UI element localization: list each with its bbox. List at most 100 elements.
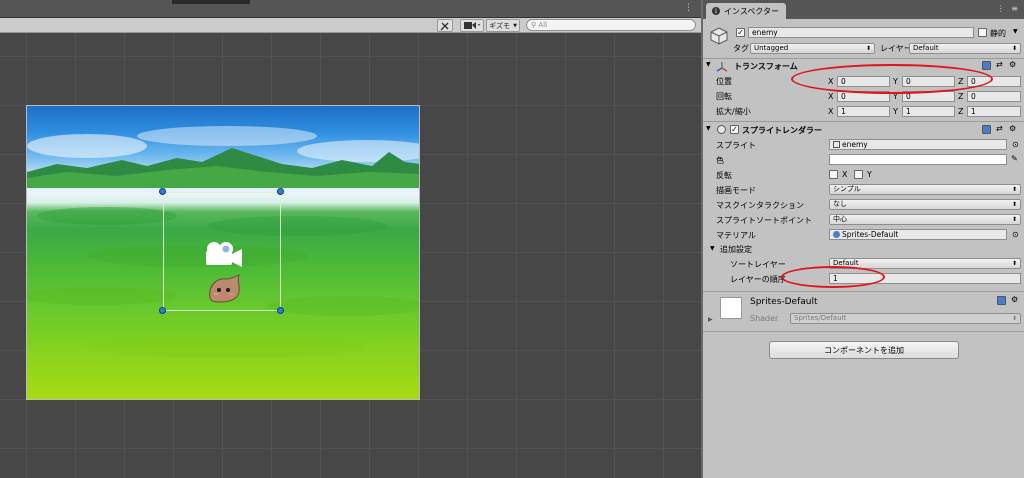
material-value: Sprites-Default — [842, 230, 899, 239]
tag-value: Untagged — [754, 44, 789, 52]
shader-label: Shader — [750, 314, 779, 323]
annotation-ellipse-position — [791, 64, 993, 94]
scene-kebab-icon[interactable]: ⋮ — [684, 3, 693, 13]
material-label: マテリアル — [716, 231, 756, 240]
gizmos-label: ギズモ — [489, 21, 511, 30]
color-swatch[interactable] — [829, 154, 1007, 165]
shader-value: Sprites/Default — [794, 314, 847, 322]
sprite-field[interactable]: enemy — [829, 139, 1007, 150]
object-active-checkbox[interactable]: ✓ — [736, 28, 745, 37]
layer-dropdown[interactable]: Default ⬍ — [909, 43, 1021, 54]
separator — [703, 331, 1024, 332]
material-field[interactable]: Sprites-Default — [829, 229, 1007, 240]
rect-handle-bottom-right[interactable] — [277, 307, 284, 314]
material-preview — [720, 297, 742, 319]
draw-mode-dropdown[interactable]: シンプル ⬍ — [829, 184, 1021, 195]
gameobject-cube-icon — [710, 27, 728, 45]
sprite-value: enemy — [842, 140, 868, 149]
selection-rect[interactable] — [163, 192, 281, 311]
flip-x-checkbox[interactable] — [829, 170, 838, 179]
mask-interaction-dropdown[interactable]: なし ⬍ — [829, 199, 1021, 210]
tools-icon[interactable] — [437, 19, 453, 32]
rect-handle-bottom-left[interactable] — [159, 307, 166, 314]
info-icon: i — [712, 7, 720, 15]
gear-icon[interactable]: ⚙ — [1009, 60, 1016, 69]
gizmos-dropdown-icon: ▼ — [513, 22, 517, 29]
static-dropdown-icon[interactable]: ▼ — [1013, 28, 1018, 35]
order-in-layer-label: レイヤーの順序 — [730, 275, 786, 284]
add-component-button[interactable]: コンポーネントを追加 — [769, 341, 959, 359]
sprite-renderer-title: スプライトレンダラー — [742, 126, 822, 135]
annotation-ellipse-order — [781, 266, 885, 288]
position-label: 位置 — [716, 77, 732, 86]
inspector-panel: i インスペクター ⋮ ≡ ✓ enemy 静的 ▼ タグ Untagged ⬍ … — [701, 0, 1024, 478]
shader-dropdown[interactable]: Sprites/Default ⬍ — [790, 313, 1021, 324]
layer-dropdown-arrow-icon: ⬍ — [1011, 45, 1017, 52]
tag-label: タグ — [733, 44, 749, 53]
window-menu-icon[interactable]: ⋮ ≡ — [997, 4, 1020, 13]
object-picker-icon[interactable]: ⊙ — [1012, 230, 1019, 239]
tab-inspector[interactable]: i インスペクター — [706, 3, 786, 19]
separator — [703, 291, 1024, 292]
scene-toolbar: ギズモ ▼ ⚲ All — [0, 18, 701, 33]
help-book-icon[interactable] — [997, 296, 1006, 305]
material-foldout-arrow-icon[interactable]: ▶ — [708, 316, 713, 323]
flip-y-label: Y — [867, 170, 872, 179]
transform-title: トランスフォーム — [734, 62, 798, 71]
scene-tab-bar: ⋮ — [0, 0, 701, 18]
separator — [703, 121, 1024, 122]
foldout-arrow-icon[interactable]: ▼ — [706, 61, 711, 68]
flip-x-label: X — [842, 170, 848, 179]
search-icon: ⚲ — [531, 21, 537, 29]
scene-search-input[interactable]: ⚲ All — [526, 19, 696, 31]
rotation-label: 回転 — [716, 92, 732, 101]
scale-x-axis: X — [828, 107, 834, 116]
scene-view: ⋮ ギズモ ▼ ⚲ All — [0, 0, 701, 478]
sort-point-label: スプライトソートポイント — [716, 216, 812, 225]
flip-y-checkbox[interactable] — [854, 170, 863, 179]
gear-icon[interactable]: ⚙ — [1011, 295, 1018, 304]
eyedropper-icon[interactable]: ✎ — [1011, 154, 1018, 163]
flip-label: 反転 — [716, 171, 732, 180]
preset-icon[interactable]: ⇄ — [996, 124, 1003, 133]
foldout-arrow-icon[interactable]: ▼ — [706, 125, 711, 132]
gear-icon[interactable]: ⚙ — [1009, 124, 1016, 133]
sprite-label: スプライト — [716, 141, 756, 150]
gizmos-button[interactable]: ギズモ ▼ — [486, 19, 520, 32]
scale-label: 拡大/縮小 — [716, 107, 751, 116]
tag-dropdown[interactable]: Untagged ⬍ — [750, 43, 875, 54]
sprite-renderer-icon — [717, 125, 726, 134]
sorting-layer-label: ソートレイヤー — [730, 260, 786, 269]
scene-tab-stub[interactable] — [172, 0, 250, 4]
sprite-renderer-enabled-checkbox[interactable]: ✓ — [730, 125, 739, 134]
additional-foldout-arrow-icon[interactable]: ▼ — [710, 245, 715, 252]
scale-y-field[interactable]: 1 — [902, 106, 955, 117]
rotation-z-axis: Z — [958, 92, 964, 101]
layer-label: レイヤー — [880, 44, 912, 53]
scale-z-field[interactable]: 1 — [967, 106, 1021, 117]
rotation-z-field[interactable]: 0 — [967, 91, 1021, 102]
camera-menu-icon[interactable] — [460, 19, 484, 32]
help-book-icon[interactable] — [982, 61, 991, 70]
preset-icon[interactable]: ⇄ — [996, 60, 1003, 69]
sprite-asset-icon — [833, 141, 840, 148]
sprite-renderer-header[interactable]: ▼ ✓ スプライトレンダラー ⇄ ⚙ — [703, 123, 1024, 138]
sort-point-dropdown[interactable]: 中心 ⬍ — [829, 214, 1021, 225]
draw-mode-value: シンプル — [833, 185, 861, 193]
additional-settings-label[interactable]: 追加設定 — [720, 244, 752, 255]
object-name-field[interactable]: enemy — [748, 27, 974, 38]
dropdown-arrow-icon: ⬍ — [1011, 315, 1017, 322]
transform-axes-icon — [716, 62, 728, 72]
rect-handle-top-right[interactable] — [277, 188, 284, 195]
color-label: 色 — [716, 156, 724, 165]
rect-handle-top-left[interactable] — [159, 188, 166, 195]
object-picker-icon[interactable]: ⊙ — [1012, 140, 1019, 149]
mask-interaction-value: なし — [833, 200, 847, 208]
scale-y-axis: Y — [893, 107, 898, 116]
layer-value: Default — [913, 44, 939, 52]
help-book-icon[interactable] — [982, 125, 991, 134]
scale-z-axis: Z — [958, 107, 964, 116]
inspector-tab-bar: i インスペクター ⋮ ≡ — [703, 0, 1024, 19]
static-checkbox[interactable] — [978, 28, 987, 37]
scale-x-field[interactable]: 1 — [837, 106, 890, 117]
